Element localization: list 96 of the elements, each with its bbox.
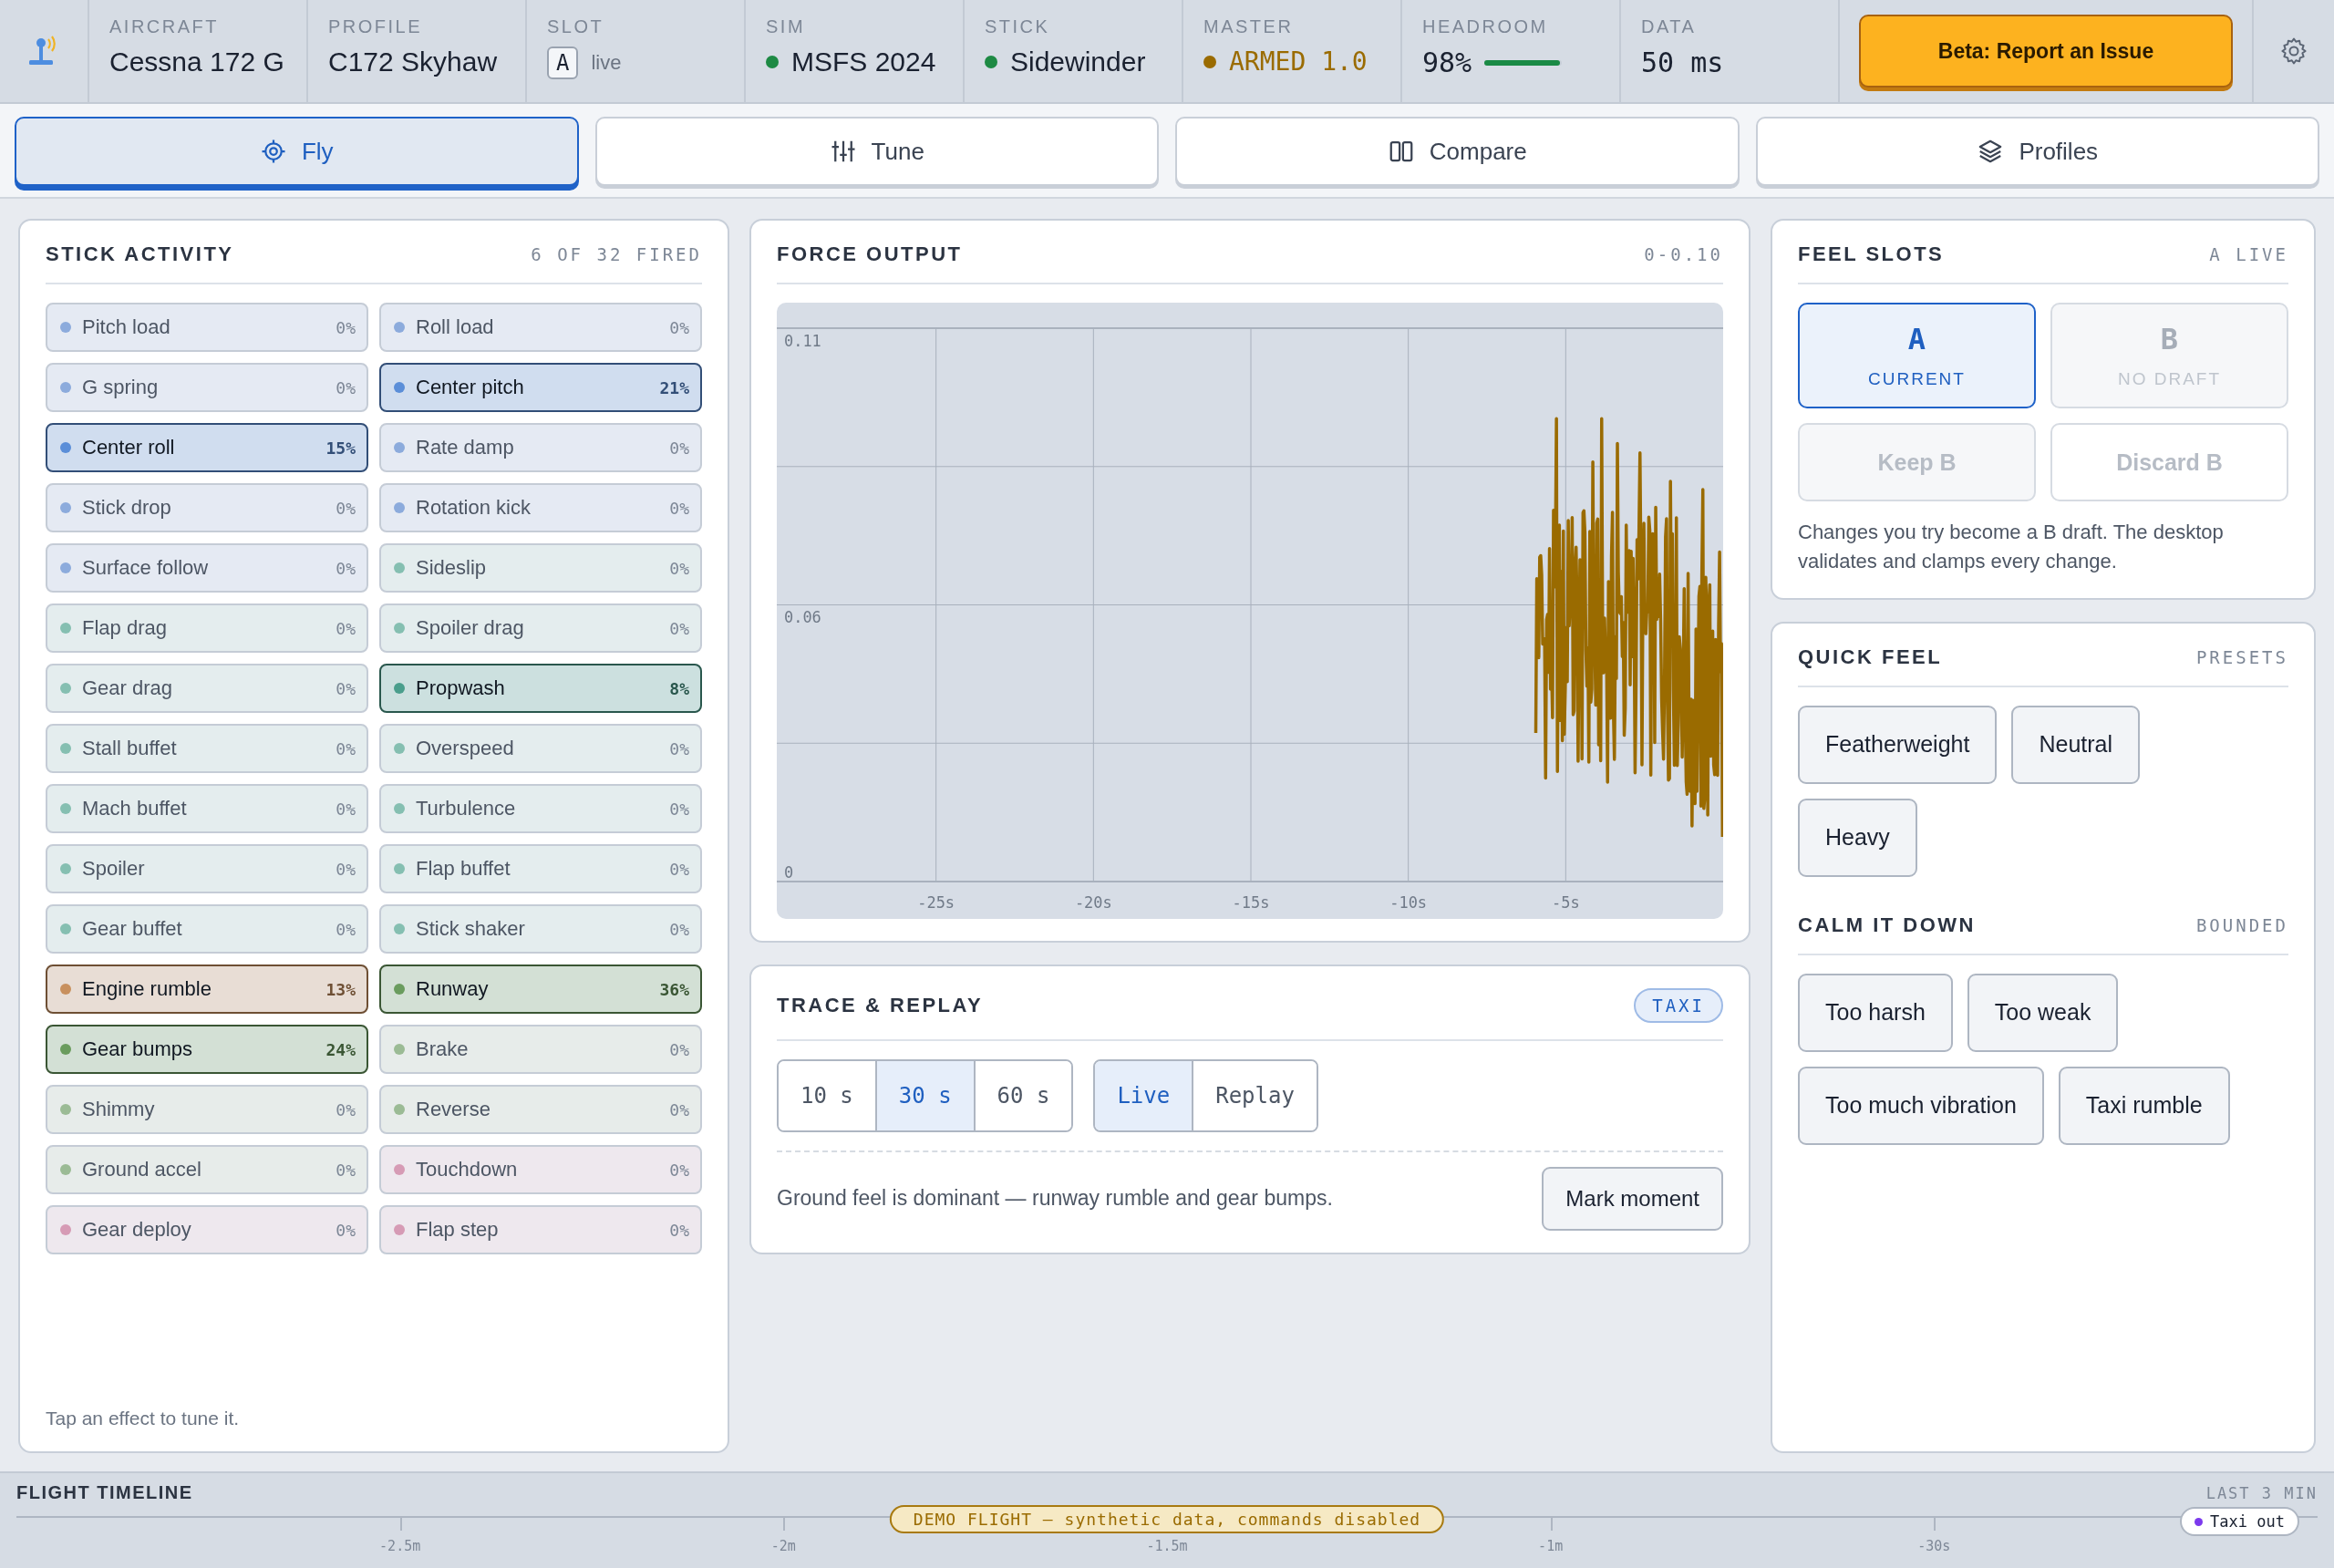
timeline-event[interactable]: Taxi out xyxy=(2180,1507,2299,1536)
field-label: SIM xyxy=(766,16,806,37)
axis-label: 0 xyxy=(784,863,794,882)
demo-banner: DEMO FLIGHT — synthetic data, commands disabled xyxy=(889,1505,1445,1533)
effect-item[interactable]: G spring 0% xyxy=(46,363,368,412)
axis-label: 0.06 xyxy=(784,608,821,627)
effect-item[interactable]: Gear bumps 24% xyxy=(46,1025,368,1074)
effect-item[interactable]: Surface follow 0% xyxy=(46,543,368,593)
tick-label: -2.5m xyxy=(379,1538,421,1554)
tick-label: -1.5m xyxy=(1146,1538,1188,1554)
effect-item[interactable]: Pitch load 0% xyxy=(46,303,368,352)
range-label: 0-0.10 xyxy=(1644,244,1723,264)
panel-title: STICK ACTIVITY xyxy=(46,242,234,266)
effect-item[interactable]: Engine rumble 13% xyxy=(46,965,368,1014)
slot-state: live xyxy=(591,51,622,75)
effect-item[interactable]: Spoiler drag 0% xyxy=(379,603,702,653)
field-label: DATA xyxy=(1641,16,1697,37)
tab[interactable]: Tune xyxy=(594,117,1159,186)
preset-button[interactable]: Neutral xyxy=(2011,705,2141,784)
axis-label: -10s xyxy=(1389,893,1428,912)
field-label: AIRCRAFT xyxy=(109,16,219,37)
effect-item[interactable]: Touchdown 0% xyxy=(379,1145,702,1194)
effect-item[interactable]: Brake 0% xyxy=(379,1025,702,1074)
effect-item[interactable]: Stick shaker 0% xyxy=(379,904,702,954)
field-label: HEADROOM xyxy=(1422,16,1548,37)
fix-button[interactable]: Too weak xyxy=(1967,973,2119,1052)
slot-status: A LIVE xyxy=(2209,244,2288,264)
effect-item[interactable]: Flap step 0% xyxy=(379,1205,702,1254)
effect-item[interactable]: Shimmy 0% xyxy=(46,1085,368,1134)
field-value: 98% xyxy=(1422,46,1472,78)
field-label: STICK xyxy=(985,16,1050,37)
tab[interactable]: Profiles xyxy=(1755,117,2319,186)
effect-item[interactable]: Spoiler 0% xyxy=(46,844,368,893)
mode-option[interactable]: Live xyxy=(1095,1061,1194,1130)
axis-label: -15s xyxy=(1232,893,1270,912)
slot-note: Changes you try become a B draft. The desktop validates and clamps every change. xyxy=(1798,520,2225,574)
preset-button[interactable]: Heavy xyxy=(1798,798,1917,877)
window-option[interactable]: 10 s xyxy=(779,1061,877,1130)
field-value: 50 ms xyxy=(1641,46,1724,78)
effect-item[interactable]: Rotation kick 0% xyxy=(379,483,702,532)
fired-count: 6 OF 32 FIRED xyxy=(531,244,702,264)
effect-item[interactable]: Gear buffet 0% xyxy=(46,904,368,954)
phase-badge: TAXI xyxy=(1634,988,1723,1023)
field-value: MSFS 2024 xyxy=(791,46,936,77)
effect-item[interactable]: Sideslip 0% xyxy=(379,543,702,593)
effect-item[interactable]: Rate damp 0% xyxy=(379,423,702,472)
panel-title: TRACE & REPLAY xyxy=(777,994,984,1017)
hint-text: Tap an effect to tune it. xyxy=(46,1408,241,1429)
effect-item[interactable]: Flap drag 0% xyxy=(46,603,368,653)
effect-item[interactable]: Center pitch 21% xyxy=(379,363,702,412)
effect-item[interactable]: Ground accel 0% xyxy=(46,1145,368,1194)
section-tag: PRESETS xyxy=(2195,646,2288,667)
tick-label: -1m xyxy=(1538,1538,1564,1554)
tab[interactable]: Compare xyxy=(1175,117,1740,186)
effect-item[interactable]: Turbulence 0% xyxy=(379,784,702,833)
field-label: PROFILE xyxy=(328,16,423,37)
slot-card[interactable]: A CURRENT xyxy=(1798,303,2036,408)
tick-label: -2m xyxy=(770,1538,796,1554)
window-option[interactable]: 30 s xyxy=(876,1061,976,1130)
tick-label: -30s xyxy=(1917,1538,1951,1554)
slot-badge: A xyxy=(547,46,579,79)
effect-item[interactable]: Reverse 0% xyxy=(379,1085,702,1134)
trace-note: Ground feel is dominant — runway rumble and gear bumps. xyxy=(777,1185,1333,1212)
panel-title: QUICK FEEL xyxy=(1798,645,1943,669)
field-label: MASTER xyxy=(1203,16,1294,37)
effect-item[interactable]: Stick drop 0% xyxy=(46,483,368,532)
mark-moment-button[interactable]: Mark moment xyxy=(1542,1167,1723,1231)
axis-label: 0.11 xyxy=(784,332,821,350)
axis-label: -20s xyxy=(1074,893,1112,912)
fix-button[interactable]: Too much vibration xyxy=(1798,1066,2044,1145)
effect-item[interactable]: Stall buffet 0% xyxy=(46,724,368,773)
effect-item[interactable]: Flap buffet 0% xyxy=(379,844,702,893)
effect-item[interactable]: Propwash 8% xyxy=(379,664,702,713)
panel-title: FORCE OUTPUT xyxy=(777,242,963,266)
fix-button[interactable]: Too harsh xyxy=(1798,973,1953,1052)
preset-button[interactable]: Featherweight xyxy=(1798,705,1998,784)
section-tag: BOUNDED xyxy=(2195,914,2288,935)
axis-label: -5s xyxy=(1552,893,1580,912)
axis-label: -25s xyxy=(917,893,955,912)
field-label: SLOT xyxy=(547,16,604,37)
effect-item[interactable]: Roll load 0% xyxy=(379,303,702,352)
fix-button[interactable]: Taxi rumble xyxy=(2058,1066,2230,1145)
effect-item[interactable]: Mach buffet 0% xyxy=(46,784,368,833)
timeline-span: LAST 3 MIN xyxy=(2205,1483,2318,1502)
field-value: C172 Skyhaw xyxy=(328,46,498,77)
panel-title: FEEL SLOTS xyxy=(1798,242,1945,266)
field-value: ARMED 1.0 xyxy=(1229,46,1368,77)
field-value: Sidewinder xyxy=(1010,46,1146,77)
effect-item[interactable]: Gear drag 0% xyxy=(46,664,368,713)
effect-item[interactable]: Gear deploy 0% xyxy=(46,1205,368,1254)
effect-item[interactable]: Overspeed 0% xyxy=(379,724,702,773)
field-value: Cessna 172 G xyxy=(109,46,284,77)
effect-item[interactable]: Center roll 15% xyxy=(46,423,368,472)
timeline-title: FLIGHT TIMELINE xyxy=(16,1482,193,1503)
effect-item[interactable]: Runway 36% xyxy=(379,965,702,1014)
section-title: CALM IT DOWN xyxy=(1798,913,1976,937)
